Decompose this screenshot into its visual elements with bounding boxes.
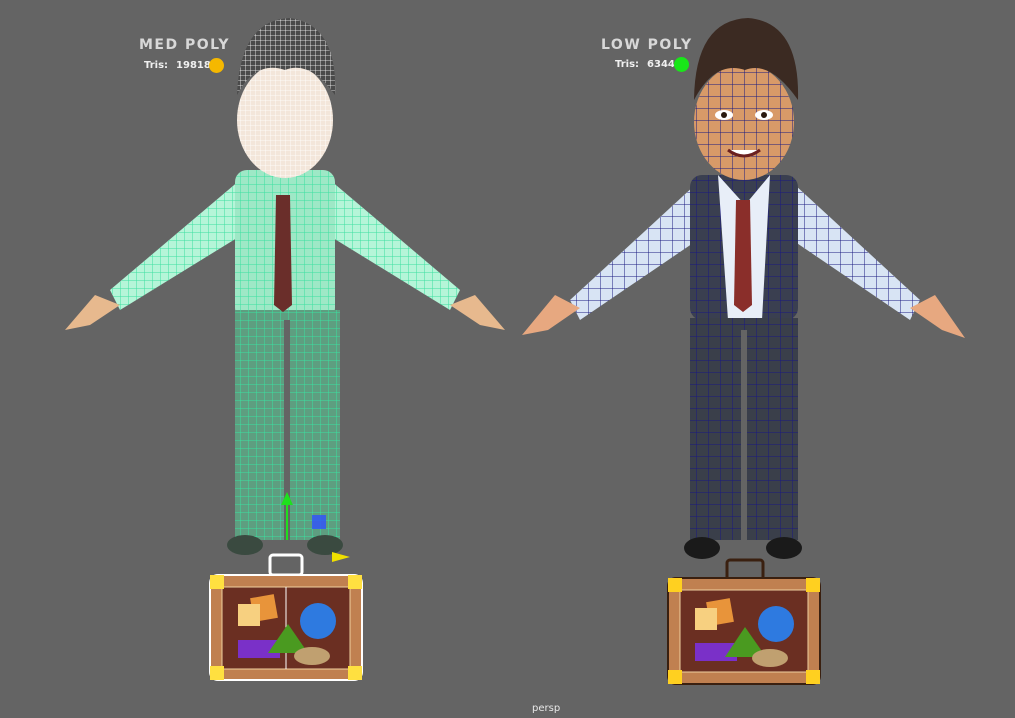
- camera-label: persp: [532, 703, 561, 714]
- move-gizmo-x-axis: [332, 552, 350, 562]
- low-poly-title: LOW POLY: [601, 37, 693, 53]
- tris-label: Tris:: [615, 59, 640, 70]
- low-poly-character[interactable]: [522, 18, 965, 559]
- status-dot-icon: [209, 58, 224, 73]
- med-poly-tris: Tris: 19818: [144, 60, 211, 71]
- 3d-viewport[interactable]: [0, 0, 1015, 718]
- med-poly-title: MED POLY: [139, 37, 231, 53]
- low-poly-tris: Tris: 6344: [615, 59, 675, 70]
- tris-count: 19818: [176, 60, 211, 71]
- med-poly-suitcase[interactable]: [209, 553, 363, 681]
- med-poly-character[interactable]: [65, 18, 505, 562]
- tris-label: Tris:: [144, 60, 169, 71]
- tris-count: 6344: [647, 59, 675, 70]
- low-poly-suitcase[interactable]: [667, 558, 821, 685]
- status-dot-icon: [674, 57, 689, 72]
